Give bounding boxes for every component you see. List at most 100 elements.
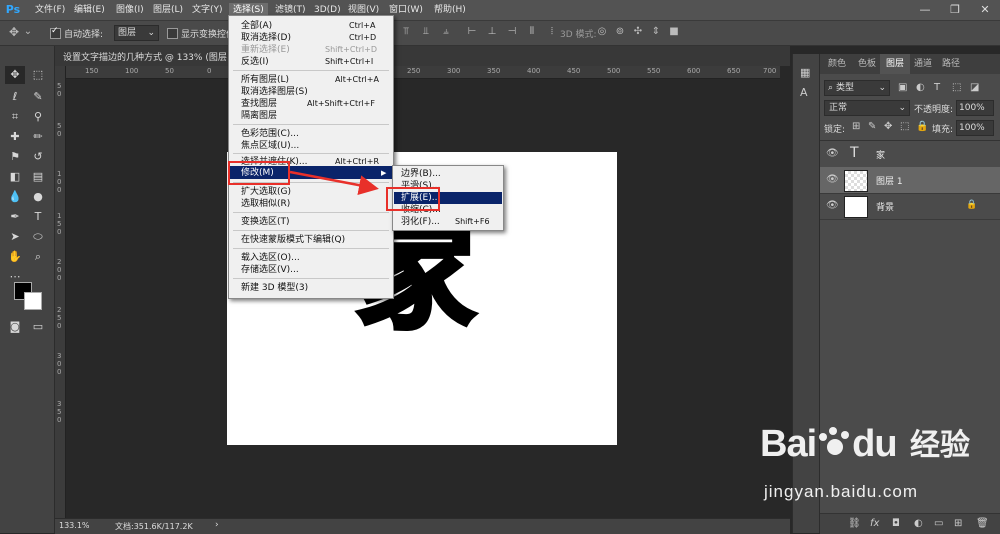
- maximize-button[interactable]: ❐: [940, 0, 970, 20]
- show-transform-checkbox[interactable]: [167, 28, 178, 39]
- lock-image-icon[interactable]: ✎: [868, 121, 876, 132]
- menu-item-similar[interactable]: 选取相似(R): [241, 198, 290, 210]
- opacity-input[interactable]: 100%: [956, 100, 994, 116]
- eyedropper-tool-icon[interactable]: ⚲: [28, 108, 48, 126]
- healing-tool-icon[interactable]: ✚: [5, 128, 25, 146]
- distribute-h-icon[interactable]: ⦙: [546, 26, 558, 38]
- menu-type[interactable]: 文字(Y): [188, 3, 227, 17]
- history-brush-icon[interactable]: ↺: [28, 148, 48, 166]
- chevron-down-icon[interactable]: ⌄: [22, 26, 34, 38]
- menu-item-load-selection[interactable]: 载入选区(O)...: [241, 252, 300, 264]
- align-center-icon[interactable]: ⊥: [486, 26, 498, 38]
- distribute-icon[interactable]: ⦀: [526, 26, 538, 38]
- menu-item-find-layers[interactable]: 查找图层: [241, 98, 277, 110]
- menu-item-deselect[interactable]: 取消选择(D): [241, 32, 291, 44]
- layer-row-background[interactable]: 👁 背景 🔒: [820, 193, 1000, 220]
- visibility-eye-icon[interactable]: 👁: [826, 148, 839, 160]
- quick-mask-icon[interactable]: ◙: [5, 318, 25, 336]
- layer-filter-dropdown[interactable]: ⌕ 类型 ⌄: [824, 80, 890, 96]
- adjustment-filter-icon[interactable]: ◐: [916, 82, 925, 93]
- smart-filter-icon[interactable]: ◪: [970, 82, 979, 93]
- add-mask-icon[interactable]: ◘: [892, 518, 900, 529]
- align-right-icon[interactable]: ⊣: [506, 26, 518, 38]
- blur-tool-icon[interactable]: 💧: [5, 188, 25, 206]
- orbit-3d-icon[interactable]: ◎: [596, 26, 608, 38]
- layer-row-layer1[interactable]: 👁 图层 1: [820, 167, 1000, 194]
- menu-image[interactable]: 图像(I): [112, 3, 148, 17]
- image-filter-icon[interactable]: ▣: [898, 82, 907, 93]
- link-layers-icon[interactable]: ⛓: [848, 518, 861, 529]
- path-select-tool-icon[interactable]: ➤: [5, 228, 25, 246]
- menu-edit[interactable]: 编辑(E): [70, 3, 109, 17]
- lock-artboard-icon[interactable]: ⬚: [900, 121, 909, 132]
- auto-select-checkbox[interactable]: [50, 26, 61, 39]
- character-icon[interactable]: A: [800, 86, 808, 99]
- type-tool-icon[interactable]: T: [28, 208, 48, 226]
- align-top-icon[interactable]: ⫪: [400, 26, 412, 38]
- pan-3d-icon[interactable]: ✣: [632, 26, 644, 38]
- menu-file[interactable]: 文件(F): [31, 3, 69, 17]
- menu-item-all[interactable]: 全部(A): [241, 20, 272, 32]
- move-tool-icon[interactable]: ✥: [5, 66, 25, 84]
- status-menu-arrow[interactable]: ›: [215, 520, 219, 530]
- menu-item-transform-selection[interactable]: 变换选区(T): [241, 216, 290, 228]
- menu-layer[interactable]: 图层(L): [149, 3, 187, 17]
- fill-input[interactable]: 100%: [956, 120, 994, 136]
- menu-item-color-range[interactable]: 色彩范围(C)...: [241, 128, 299, 140]
- menu-help[interactable]: 帮助(H): [430, 3, 470, 17]
- menu-item-new-3d-extrusion[interactable]: 新建 3D 模型(3): [241, 282, 308, 294]
- lock-transparent-icon[interactable]: ⊞: [852, 121, 860, 132]
- menu-item-all-layers[interactable]: 所有图层(L): [241, 74, 289, 86]
- shape-filter-icon[interactable]: ⬚: [952, 82, 961, 93]
- background-color-swatch[interactable]: [24, 292, 42, 310]
- auto-select-dropdown[interactable]: 图层 ⌄: [114, 25, 159, 41]
- move-tool-icon[interactable]: ✥: [8, 26, 20, 38]
- layer-row-text[interactable]: 👁 T 家: [820, 141, 1000, 168]
- new-layer-icon[interactable]: ⊞: [954, 518, 962, 529]
- tab-color[interactable]: 颜色: [822, 54, 852, 74]
- visibility-eye-icon[interactable]: 👁: [826, 174, 839, 186]
- type-filter-icon[interactable]: T: [934, 82, 940, 93]
- lock-position-icon[interactable]: ✥: [884, 121, 892, 132]
- minimize-button[interactable]: —: [910, 0, 940, 20]
- scale-3d-icon[interactable]: ■: [668, 26, 680, 38]
- align-bottom-icon[interactable]: ⫨: [440, 26, 452, 38]
- pen-tool-icon[interactable]: ✒: [5, 208, 25, 226]
- menu-item-quick-mask[interactable]: 在快速蒙版模式下编辑(Q): [241, 234, 345, 246]
- blend-mode-dropdown[interactable]: 正常 ⌄: [824, 100, 910, 116]
- quick-select-tool-icon[interactable]: ✎: [28, 88, 48, 106]
- zoom-tool-icon[interactable]: ⌕: [28, 248, 48, 266]
- align-left-icon[interactable]: ⊢: [466, 26, 478, 38]
- zoom-level[interactable]: 133.1%: [59, 521, 90, 530]
- visibility-eye-icon[interactable]: 👁: [826, 200, 839, 212]
- adjustment-layer-icon[interactable]: ◐: [914, 518, 923, 529]
- document-tab[interactable]: 设置文字描边的几种方式 @ 133% (图层 1: [55, 46, 790, 66]
- screen-mode-icon[interactable]: ▭: [28, 318, 48, 336]
- trash-icon[interactable]: 🗑: [976, 518, 989, 529]
- submenu-item-border[interactable]: 边界(B)...: [401, 168, 441, 180]
- marquee-tool-icon[interactable]: ⬚: [28, 66, 48, 84]
- close-button[interactable]: ✕: [970, 0, 1000, 20]
- crop-tool-icon[interactable]: ⌗: [5, 108, 25, 126]
- lock-all-icon[interactable]: 🔒: [916, 121, 928, 132]
- align-middle-icon[interactable]: ⫫: [420, 26, 432, 38]
- roll-3d-icon[interactable]: ⊚: [614, 26, 626, 38]
- menu-item-deselect-layers[interactable]: 取消选择图层(S): [241, 86, 308, 98]
- stamp-tool-icon[interactable]: ⚑: [5, 148, 25, 166]
- new-group-icon[interactable]: ▭: [934, 518, 943, 529]
- menu-item-grow[interactable]: 扩大选取(G): [241, 186, 291, 198]
- dodge-tool-icon[interactable]: ●: [28, 188, 48, 206]
- menu-item-inverse[interactable]: 反选(I): [241, 56, 269, 68]
- history-icon[interactable]: ▦: [800, 66, 810, 79]
- shape-tool-icon[interactable]: ⬭: [28, 228, 48, 246]
- fx-icon[interactable]: fx: [870, 518, 879, 529]
- tab-channels[interactable]: 通道: [908, 54, 938, 74]
- submenu-item-feather[interactable]: 羽化(F)...: [401, 216, 440, 228]
- eraser-tool-icon[interactable]: ◧: [5, 168, 25, 186]
- brush-tool-icon[interactable]: ✏: [28, 128, 48, 146]
- lasso-tool-icon[interactable]: ℓ: [5, 88, 25, 106]
- tab-paths[interactable]: 路径: [936, 54, 966, 74]
- menu-item-isolate-layers[interactable]: 隔离图层: [241, 110, 277, 122]
- menu-item-focus-area[interactable]: 焦点区域(U)...: [241, 140, 299, 152]
- tab-layers[interactable]: 图层: [880, 54, 911, 74]
